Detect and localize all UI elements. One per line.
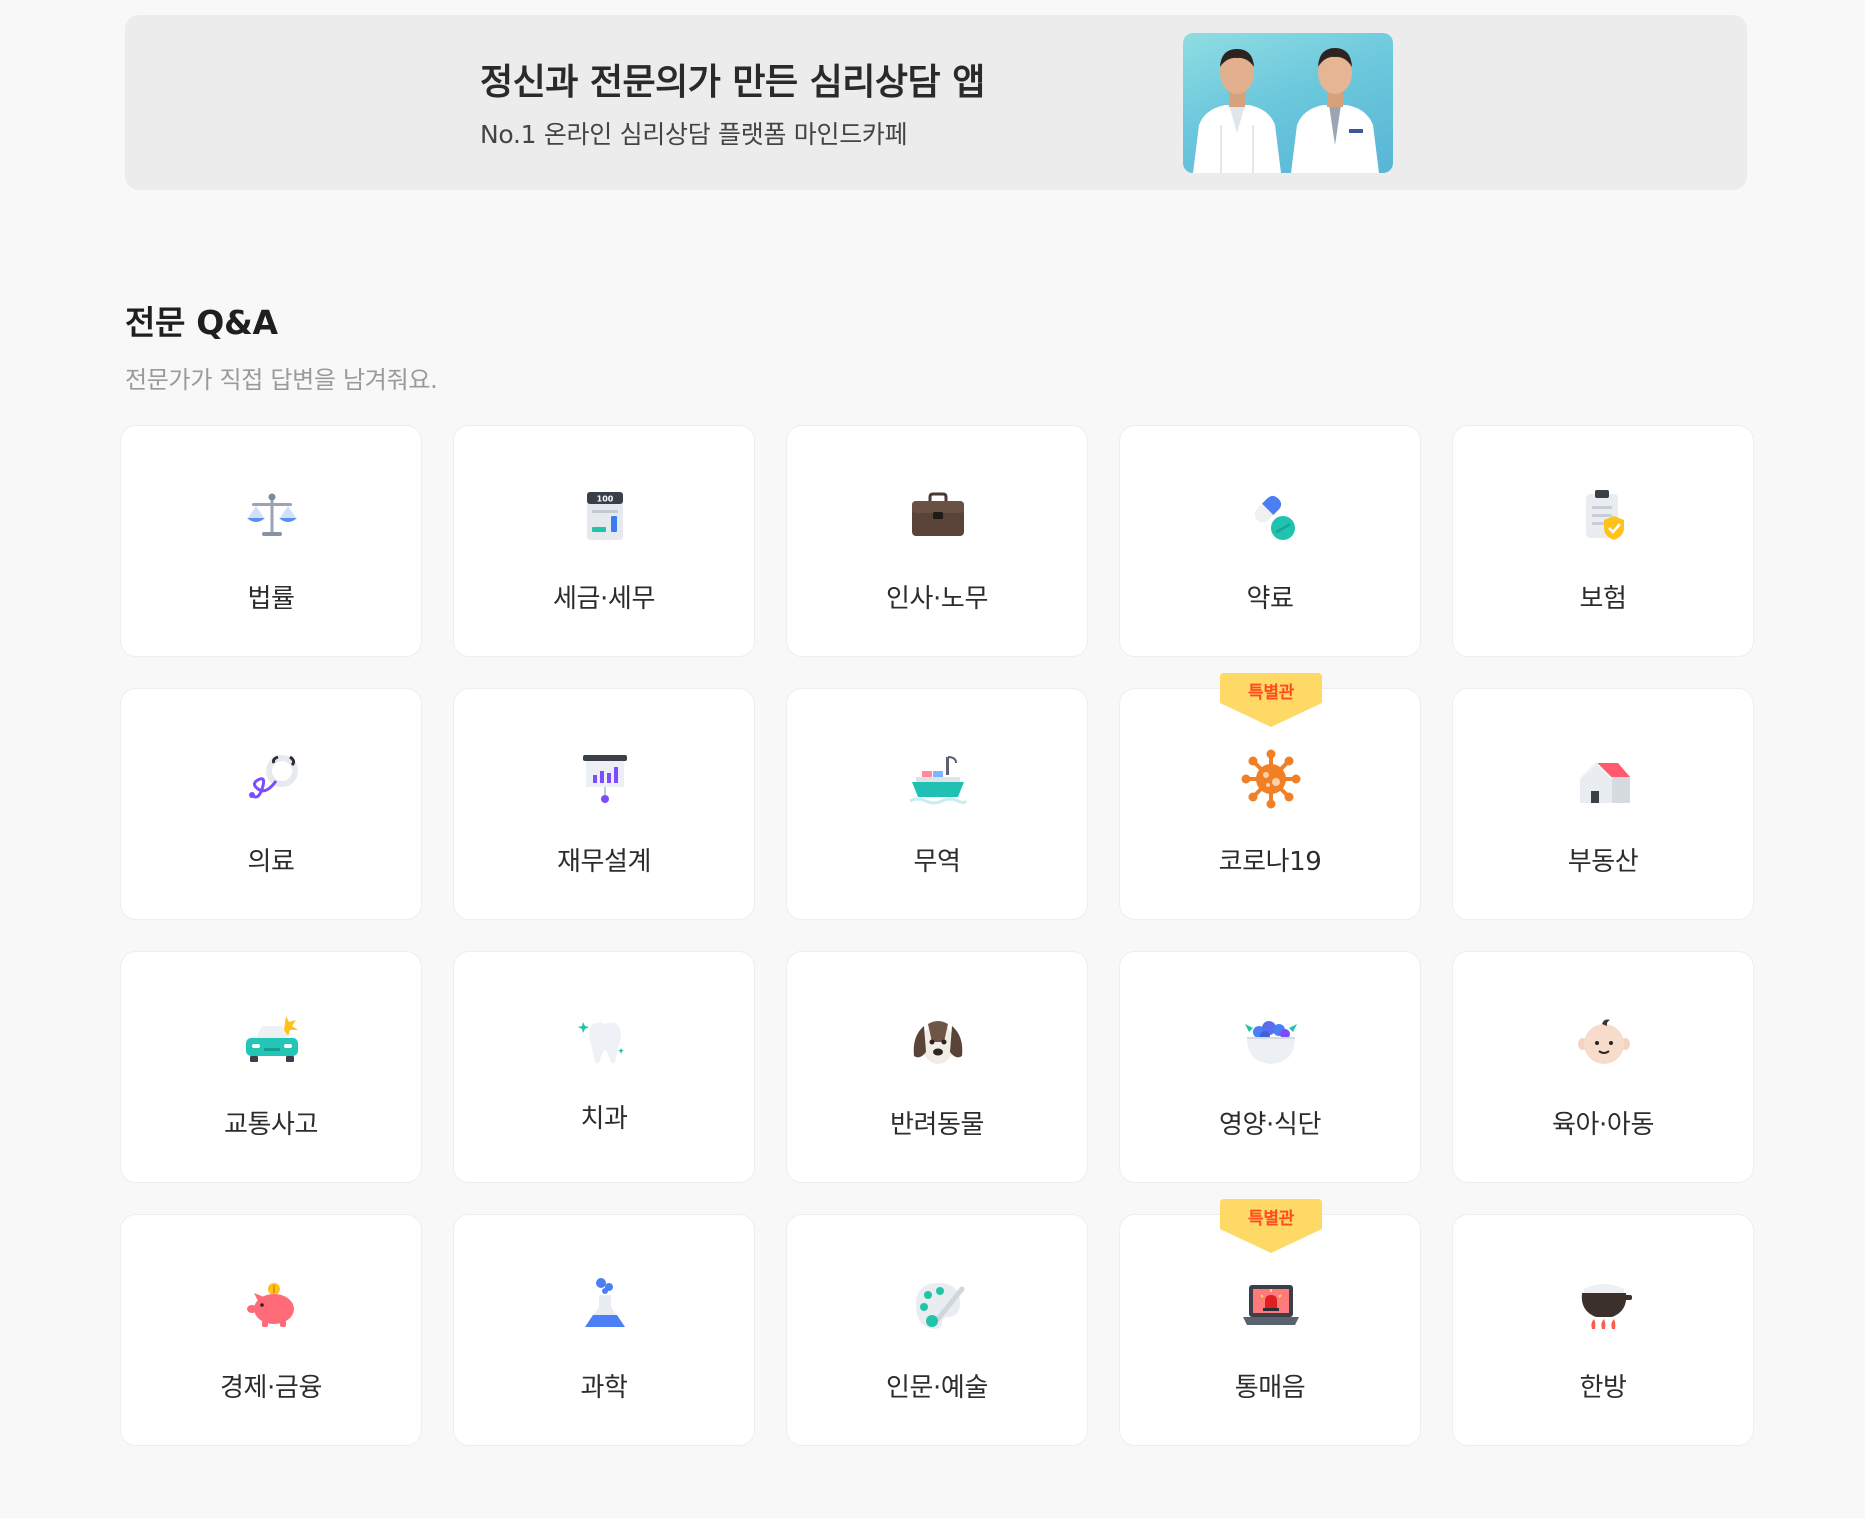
category-label: 통매음 bbox=[1234, 1373, 1306, 1403]
car-crash-icon bbox=[242, 1012, 302, 1072]
paint-palette-icon bbox=[908, 1275, 968, 1335]
category-card-law[interactable]: 법률 bbox=[120, 425, 422, 657]
banner-text: 정신과 전문의가 만든 심리상담 앱 No.1 온라인 심리상담 플랫폼 마인드… bbox=[480, 53, 985, 151]
doctor-figure bbox=[1291, 48, 1379, 173]
category-label: 치과 bbox=[580, 1104, 628, 1134]
category-label: 과학 bbox=[580, 1373, 628, 1403]
category-card-medical[interactable]: 의료 bbox=[120, 688, 422, 920]
category-label: 코로나19 bbox=[1218, 847, 1322, 877]
category-label: 부동산 bbox=[1567, 847, 1639, 877]
baby-icon bbox=[1574, 1012, 1634, 1072]
category-card-oriental-medicine[interactable]: 한방 bbox=[1452, 1214, 1754, 1446]
banner-subtitle: No.1 온라인 심리상담 플랫폼 마인드카페 bbox=[480, 120, 908, 149]
category-label: 재무설계 bbox=[556, 847, 652, 877]
banner-title: 정신과 전문의가 만든 심리상담 앱 bbox=[480, 62, 985, 103]
category-label: 무역 bbox=[913, 847, 961, 877]
special-badge: 특별관 bbox=[1220, 673, 1322, 729]
dog-icon bbox=[908, 1012, 968, 1072]
category-card-nutrition[interactable]: 영양·식단 bbox=[1119, 951, 1421, 1183]
category-card-insurance[interactable]: 보험 bbox=[1452, 425, 1754, 657]
tax-document-icon: 100 bbox=[575, 486, 635, 546]
promo-banner[interactable]: 정신과 전문의가 만든 심리상담 앱 No.1 온라인 심리상담 플랫폼 마인드… bbox=[125, 15, 1747, 190]
briefcase-icon bbox=[908, 486, 968, 546]
category-label: 인사·노무 bbox=[886, 584, 988, 614]
special-badge: 특별관 bbox=[1220, 1199, 1322, 1255]
category-card-pets[interactable]: 반려동물 bbox=[786, 951, 1088, 1183]
category-card-financial-planning[interactable]: 재무설계 bbox=[453, 688, 755, 920]
flask-icon bbox=[575, 1275, 635, 1335]
cargo-ship-icon bbox=[908, 749, 968, 809]
category-grid: 법률 100 세금·세무 인사·노무 약료 보험 의료 재무설계 무역 특별관 … bbox=[120, 425, 1754, 1446]
category-card-traffic-accident[interactable]: 교통사고 bbox=[120, 951, 422, 1183]
category-label: 세금·세무 bbox=[553, 584, 655, 614]
siren-laptop-icon bbox=[1241, 1275, 1301, 1335]
category-label: 인문·예술 bbox=[886, 1373, 988, 1403]
category-card-real-estate[interactable]: 부동산 bbox=[1452, 688, 1754, 920]
category-card-trade[interactable]: 무역 bbox=[786, 688, 1088, 920]
category-card-humanities-arts[interactable]: 인문·예술 bbox=[786, 1214, 1088, 1446]
doctors-photo bbox=[1183, 33, 1393, 173]
stethoscope-icon bbox=[242, 749, 302, 809]
section-subtitle: 전문가가 직접 답변을 남겨줘요. bbox=[125, 366, 438, 394]
category-label: 법률 bbox=[247, 584, 295, 614]
doctor-figure bbox=[1193, 49, 1281, 173]
section-title: 전문 Q&A bbox=[125, 303, 278, 342]
category-card-parenting[interactable]: 육아·아동 bbox=[1452, 951, 1754, 1183]
insurance-clipboard-icon bbox=[1574, 486, 1634, 546]
category-label: 영양·식단 bbox=[1219, 1110, 1321, 1140]
pill-icon bbox=[1241, 486, 1301, 546]
section-header: 전문 Q&A 전문가가 직접 답변을 남겨줘요. bbox=[125, 296, 438, 395]
category-label: 의료 bbox=[247, 847, 295, 877]
category-label: 보험 bbox=[1579, 584, 1627, 614]
category-label: 반려동물 bbox=[889, 1110, 985, 1140]
svg-text:100: 100 bbox=[597, 495, 614, 504]
special-badge-label: 특별관 bbox=[1247, 683, 1295, 703]
category-label: 약료 bbox=[1246, 584, 1294, 614]
category-label: 경제·금융 bbox=[220, 1373, 322, 1403]
house-icon bbox=[1574, 749, 1634, 809]
finance-board-icon bbox=[575, 749, 635, 809]
category-card-telecom-obscenity[interactable]: 특별관 통매음 bbox=[1119, 1199, 1421, 1446]
category-label: 교통사고 bbox=[223, 1110, 319, 1140]
tooth-icon bbox=[575, 1012, 635, 1072]
page: 정신과 전문의가 만든 심리상담 앱 No.1 온라인 심리상담 플랫폼 마인드… bbox=[0, 0, 1865, 1518]
piggy-bank-icon bbox=[242, 1275, 302, 1335]
category-card-hr-labor[interactable]: 인사·노무 bbox=[786, 425, 1088, 657]
special-badge-label: 특별관 bbox=[1247, 1209, 1295, 1229]
category-label: 한방 bbox=[1579, 1373, 1627, 1403]
salad-bowl-icon bbox=[1241, 1012, 1301, 1072]
category-card-economy-finance[interactable]: 경제·금융 bbox=[120, 1214, 422, 1446]
scales-icon bbox=[242, 486, 302, 546]
category-card-science[interactable]: 과학 bbox=[453, 1214, 755, 1446]
herbal-pot-icon bbox=[1574, 1275, 1634, 1335]
category-card-tax[interactable]: 100 세금·세무 bbox=[453, 425, 755, 657]
virus-icon bbox=[1241, 749, 1301, 809]
category-label: 육아·아동 bbox=[1552, 1110, 1654, 1140]
category-card-covid19[interactable]: 특별관 코로나19 bbox=[1119, 673, 1421, 920]
category-card-pharmacy[interactable]: 약료 bbox=[1119, 425, 1421, 657]
category-card-dental[interactable]: 치과 bbox=[453, 951, 755, 1183]
